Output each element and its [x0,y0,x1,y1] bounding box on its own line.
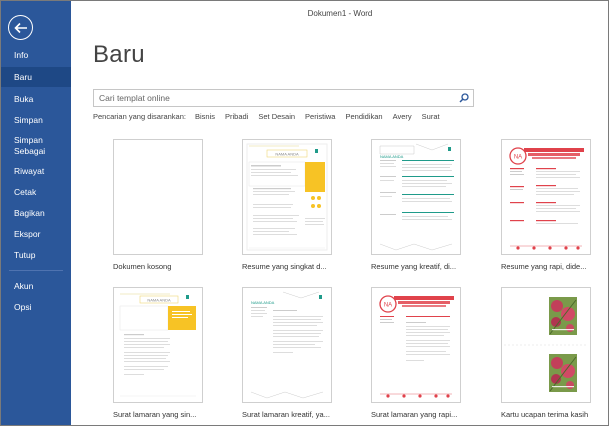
nav-item-label: Akun [14,280,34,291]
backstage-nav: Info Baru Buka Simpan Simpan Sebagai Riw… [1,47,71,316]
template-resume-creative[interactable]: NAMA ANDA Resume yang kreatif, di... [371,139,461,271]
nav-item-label: Bagikan [14,207,45,218]
arrow-left-icon [13,22,27,33]
window-title: Dokumen1 - Word [307,9,373,18]
nav-item-label: Riwayat [14,165,45,176]
template-thank-you-card[interactable]: Kartu ucapan terima kasih [501,287,591,419]
template-resume-neat[interactable]: NA Resume yang rapi, dide... [501,139,591,271]
nav-item-label: Opsi [14,301,32,312]
template-thumbnail [113,139,203,255]
suggested-link-design-sets[interactable]: Set Desain [258,112,295,121]
thumb-name-text: NAMA ANDA [380,154,404,159]
suggested-link-avery[interactable]: Avery [393,112,412,121]
nav-item-label: Simpan [14,114,43,125]
nav-item-new[interactable]: Baru [1,67,71,87]
page-title: Baru [93,41,145,68]
template-thumbnail [501,287,591,403]
nav-item-options[interactable]: Opsi [1,298,71,316]
nav-item-label: Tutup [14,249,36,260]
template-label: Dokumen kosong [113,262,172,271]
suggested-link-business[interactable]: Bisnis [195,112,215,121]
nav-item-close[interactable]: Tutup [1,246,71,264]
nav-item-account[interactable]: Akun [1,277,71,295]
thumb-initials-text: NA [384,303,392,309]
nav-item-open[interactable]: Buka [1,90,71,108]
thumb-name-text: NAMA ANDA [147,298,171,303]
nav-item-save[interactable]: Simpan [1,111,71,129]
suggested-link-letters[interactable]: Surat [422,112,440,121]
template-label: Kartu ucapan terima kasih [501,410,589,419]
nav-item-label: Cetak [14,186,37,197]
nav-item-share[interactable]: Bagikan [1,204,71,222]
nav-item-label: Ekspor [14,228,41,239]
search-icon[interactable] [455,90,473,106]
nav-item-label: Baru [14,71,32,82]
suggested-searches: Pencarian yang disarankan: Bisnis Pribad… [93,112,450,121]
template-thumbnail: NA [501,139,591,255]
template-thumbnail: NAMA ANDA [371,139,461,255]
suggested-link-personal[interactable]: Pribadi [225,112,248,121]
suggested-searches-label: Pencarian yang disarankan: [93,112,186,121]
template-label: Resume yang kreatif, di... [371,262,457,271]
nav-item-label: Info [14,50,29,60]
template-cover-letter-neat[interactable]: NA Surat lamaran yang rapi... [371,287,461,419]
template-blank-document[interactable]: Dokumen kosong [113,139,203,271]
template-thumbnail: NAMA ANDA [113,287,203,403]
suggested-link-education[interactable]: Pendidikan [345,112,382,121]
nav-item-label: Simpan Sebagai [14,134,46,156]
nav-item-info[interactable]: Info [1,47,71,64]
template-cover-letter-simple[interactable]: NAMA ANDA Surat lamaran yang sin... [113,287,203,419]
nav-item-history[interactable]: Riwayat [1,162,71,180]
nav-divider [9,270,63,271]
search-input[interactable] [94,90,455,106]
nav-item-label: Buka [14,93,34,104]
back-button[interactable] [8,15,33,40]
template-search-box [93,89,474,107]
word-backstage-window: Info Baru Buka Simpan Simpan Sebagai Riw… [0,0,609,426]
template-label: Resume yang rapi, dide... [501,262,587,271]
thumb-name-text: NAMA ANDA [275,152,299,157]
template-cover-letter-creative[interactable]: NAMA ANDA Surat lamaran kreatif, ya... [242,287,332,419]
template-thumbnail: NAMA ANDA [242,139,332,255]
template-thumbnail: NA [371,287,461,403]
nav-item-save-as[interactable]: Simpan Sebagai [1,132,61,159]
template-label: Surat lamaran yang sin... [113,410,197,419]
nav-item-print[interactable]: Cetak [1,183,71,201]
backstage-main: Dokumen1 - Word Baru Pencarian yang disa… [71,1,608,425]
template-label: Resume yang singkat d... [242,262,327,271]
thumb-initials-text: NA [514,155,522,161]
nav-item-export[interactable]: Ekspor [1,225,71,243]
template-thumbnail: NAMA ANDA [242,287,332,403]
suggested-link-events[interactable]: Peristiwa [305,112,335,121]
template-label: Surat lamaran kreatif, ya... [242,410,330,419]
backstage-sidebar: Info Baru Buka Simpan Simpan Sebagai Riw… [1,1,71,425]
thumb-name-text: NAMA ANDA [251,300,275,305]
template-resume-concise[interactable]: NAMA ANDA Resume yang singkat d... [242,139,332,271]
template-label: Surat lamaran yang rapi... [371,410,458,419]
